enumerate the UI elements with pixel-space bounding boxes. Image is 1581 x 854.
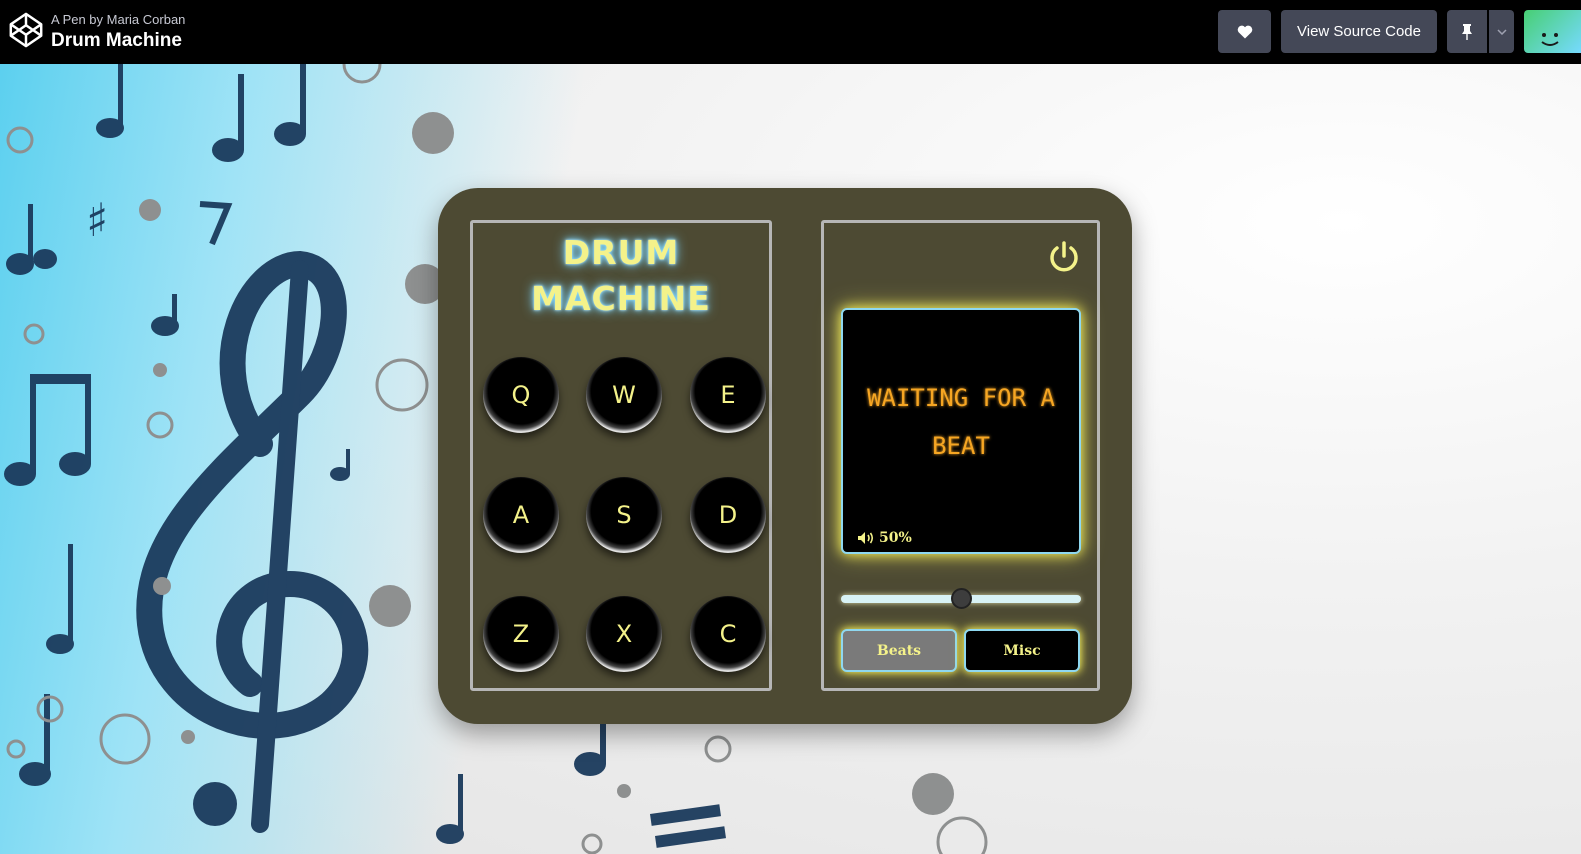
machine-title-line1: DRUM <box>562 233 680 272</box>
background-stage: ♯ DRUM MACHINE Q W E A S D Z X C WAITING… <box>0 64 1581 854</box>
codepen-logo-icon[interactable] <box>7 11 45 49</box>
volume-readout: 50% <box>857 530 912 546</box>
display-line2: BEAT <box>932 432 990 460</box>
drum-pad-s[interactable]: S <box>586 477 662 553</box>
misc-bank-button[interactable]: Misc <box>964 629 1080 672</box>
pad-panel: DRUM MACHINE Q W E A S D Z X C <box>470 220 772 691</box>
avatar[interactable] <box>1524 10 1581 53</box>
drum-pad-c[interactable]: C <box>690 596 766 672</box>
display-screen: WAITING FOR A BEAT 50% <box>841 308 1081 554</box>
codepen-header: A Pen by Maria Corban Drum Machine View … <box>0 0 1581 64</box>
volume-slider-thumb[interactable] <box>951 588 972 609</box>
pen-title: Drum Machine <box>51 30 182 51</box>
display-line1: WAITING FOR A <box>867 384 1055 412</box>
drum-pad-x[interactable]: X <box>586 596 662 672</box>
display-text: WAITING FOR A BEAT <box>853 374 1069 470</box>
pin-icon <box>1462 23 1472 40</box>
pin-button[interactable] <box>1447 10 1487 53</box>
machine-title-line2: MACHINE <box>531 279 711 318</box>
view-source-button[interactable]: View Source Code <box>1281 10 1437 53</box>
drum-pad-a[interactable]: A <box>483 477 559 553</box>
svg-text:♯: ♯ <box>86 193 108 247</box>
speaker-icon <box>858 532 874 544</box>
pin-menu-button[interactable] <box>1489 10 1514 53</box>
drum-pad-z[interactable]: Z <box>483 596 559 672</box>
heart-icon <box>1237 25 1252 38</box>
drum-pad-e[interactable]: E <box>690 357 766 433</box>
control-panel: WAITING FOR A BEAT 50% Beats Misc <box>821 220 1100 691</box>
avatar-face-icon <box>1541 33 1559 46</box>
volume-slider[interactable] <box>841 588 1081 609</box>
drum-machine: DRUM MACHINE Q W E A S D Z X C WAITING F… <box>438 188 1132 724</box>
chevron-down-icon <box>1496 28 1507 35</box>
drum-pad-q[interactable]: Q <box>483 357 559 433</box>
beats-bank-button[interactable]: Beats <box>841 629 957 672</box>
like-button[interactable] <box>1218 10 1271 53</box>
power-icon[interactable] <box>1046 239 1082 275</box>
volume-label: 50% <box>879 530 912 546</box>
pen-author[interactable]: A Pen by Maria Corban <box>51 12 185 27</box>
drum-pad-w[interactable]: W <box>586 357 662 433</box>
drum-pad-d[interactable]: D <box>690 477 766 553</box>
